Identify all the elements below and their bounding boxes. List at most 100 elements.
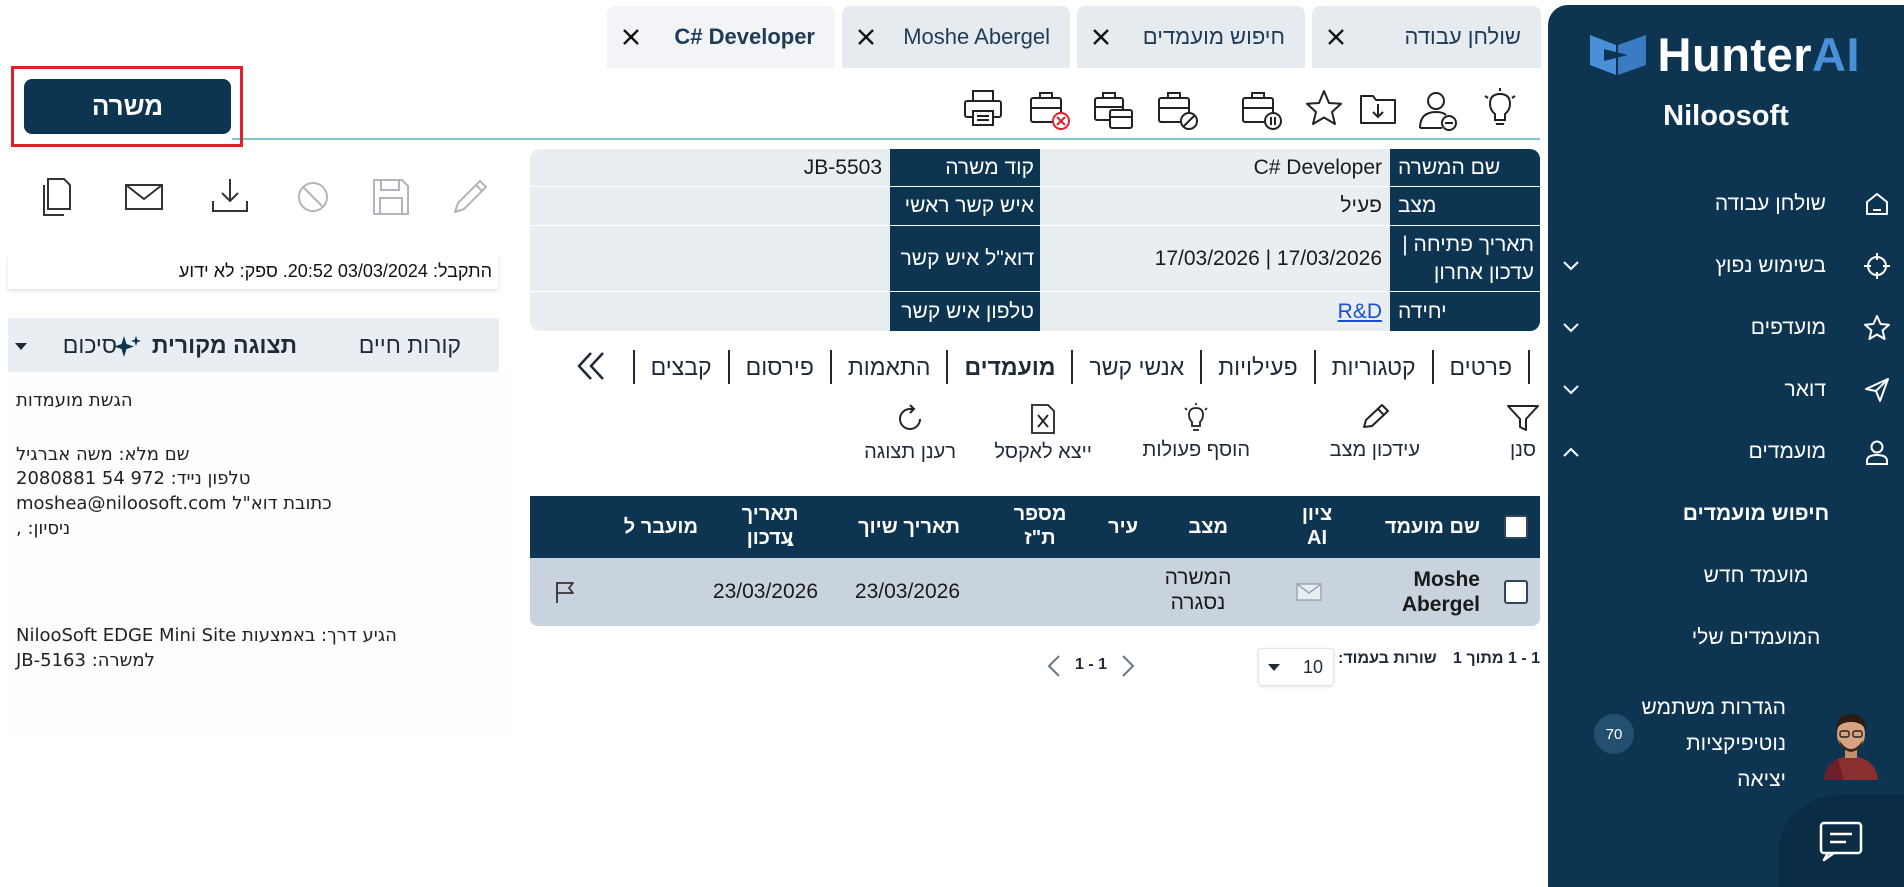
tab-job-csharp-developer[interactable]: C# Developer	[607, 6, 835, 68]
col-header-id-number[interactable]: מספר ת"ז	[1010, 502, 1070, 550]
refresh-view-button[interactable]: רענן תצוגה	[864, 403, 956, 464]
tab-cv[interactable]: קורות חיים	[359, 332, 461, 359]
details-value: JB-5503	[803, 155, 882, 179]
sidebar-item-candidates[interactable]: מועמדים	[1548, 421, 1904, 483]
notifications-link[interactable]: נוטיפיקציות	[1642, 726, 1786, 762]
tab-summary[interactable]: סיכום	[63, 332, 117, 359]
lightbulb-icon	[1181, 403, 1211, 433]
subtab-matches[interactable]: התאמות	[829, 350, 947, 384]
chevron-up-icon[interactable]	[1562, 446, 1580, 458]
chat-button[interactable]	[1778, 795, 1904, 887]
sparkles-icon	[112, 334, 142, 360]
details-value	[530, 226, 890, 291]
sidebar-item-favorites[interactable]: מועדפים	[1548, 297, 1904, 359]
unit-link[interactable]: R&D	[1338, 300, 1382, 324]
folder-download-icon[interactable]	[1358, 88, 1398, 128]
lightbulb-icon[interactable]	[1482, 88, 1518, 132]
chevron-down-icon[interactable]	[1562, 260, 1580, 272]
close-icon[interactable]	[856, 27, 876, 47]
sidebar-item-label: מועמדים	[1748, 440, 1826, 463]
details-label: תאריך פתיחה | עדכון אחרון	[1390, 226, 1540, 291]
candidate-name[interactable]: Moshe Abergel	[1390, 567, 1480, 617]
export-excel-button[interactable]: ייצא לאקסל	[994, 403, 1092, 464]
tab-original-view[interactable]: תצוגה מקורית	[152, 332, 297, 359]
add-activities-button[interactable]: הוסף פעולות	[1143, 403, 1250, 462]
header-divider	[232, 138, 1540, 140]
avatar[interactable]	[1816, 700, 1886, 780]
subtab-categories[interactable]: קטגוריות	[1313, 350, 1432, 384]
sidebar-item-frequent[interactable]: בשימוש נפוץ	[1548, 235, 1904, 297]
user-settings-link[interactable]: הגדרות משתמש	[1642, 690, 1786, 726]
received-info: התקבל: 03/03/2024 20:52. ספק: לא ידוע	[8, 253, 498, 289]
pagination-page: 1 - 1	[1075, 656, 1108, 673]
tab-candidate-moshe[interactable]: Moshe Abergel	[842, 6, 1070, 68]
chevron-down-icon[interactable]	[1562, 384, 1580, 396]
briefcase-duplicate-icon[interactable]	[1092, 88, 1136, 132]
col-header-city[interactable]: עיר	[1108, 515, 1138, 539]
chevron-down-icon[interactable]	[1562, 322, 1580, 334]
printer-icon[interactable]	[962, 88, 1004, 128]
col-header-name[interactable]: שם מועמד	[1385, 515, 1480, 539]
notification-count-badge: 70	[1594, 714, 1634, 754]
col-header-ai-score[interactable]: ציון AI	[1300, 502, 1334, 550]
home-icon	[1862, 189, 1892, 219]
subtab-candidates[interactable]: מועמדים	[946, 350, 1071, 384]
sidebar-subitem-my-candidates[interactable]: המועמדים שלי	[1548, 607, 1904, 669]
download-icon[interactable]	[210, 177, 250, 215]
col-header-moved-to[interactable]: מועבר ל	[624, 515, 698, 539]
filter-button[interactable]: סנן	[1506, 403, 1540, 462]
tab-dashboard[interactable]: שולחן עבודה	[1312, 6, 1541, 68]
assign-user-icon[interactable]	[1416, 88, 1460, 132]
sidebar-subitem-search-candidates[interactable]: חיפוש מועמדים	[1548, 483, 1904, 545]
double-chevron-left-icon[interactable]	[575, 351, 609, 381]
sidebar-subitem-new-candidate[interactable]: מועמד חדש	[1548, 545, 1904, 607]
edit-status-button[interactable]: עידכון מצב	[1330, 403, 1420, 462]
col-header-status[interactable]: מצב	[1188, 515, 1228, 539]
job-button[interactable]: משרה	[24, 79, 231, 134]
subtab-activities[interactable]: פעילויות	[1200, 350, 1313, 384]
caret-down-icon	[1267, 663, 1281, 672]
select-all-checkbox[interactable]	[1504, 515, 1528, 539]
tab-summary-label: סיכום	[62, 332, 117, 358]
briefcase-cancel-icon[interactable]	[1156, 88, 1200, 132]
pencil-icon[interactable]	[450, 177, 490, 217]
candidate-status: המשרה נסגרה	[1164, 566, 1232, 614]
cv-line: הגיע דרך: באמצעות NilooSoft EDGE Mini Si…	[16, 625, 397, 646]
briefcase-delete-icon[interactable]	[1028, 88, 1072, 132]
save-icon[interactable]	[372, 178, 410, 216]
sidebar-item-dashboard[interactable]: שולחן עבודה	[1548, 173, 1904, 235]
hunterai-logo[interactable]: HunterAI	[1588, 27, 1860, 83]
subtab-files[interactable]: קבצים	[632, 350, 728, 384]
rows-per-page-select[interactable]: 10	[1258, 648, 1334, 686]
flag-icon[interactable]	[554, 580, 576, 604]
rows-per-page-label: שורות בעמוד:	[1338, 650, 1437, 667]
mail-icon[interactable]	[124, 183, 164, 211]
caret-down-icon[interactable]	[14, 342, 28, 351]
envelope-icon[interactable]	[1296, 583, 1322, 601]
row-checkbox[interactable]	[1504, 580, 1528, 604]
col-header-assign-date[interactable]: תאריך שיוך	[858, 515, 960, 539]
details-value	[530, 187, 890, 225]
close-icon[interactable]	[621, 27, 641, 47]
star-icon[interactable]	[1304, 88, 1344, 128]
subtab-contacts[interactable]: אנשי קשר	[1071, 350, 1200, 384]
table-row[interactable]: Moshe Abergel המשרה נסגרה 23/03/2026 23/…	[530, 558, 1540, 626]
subtab-details[interactable]: פרטים	[1431, 350, 1530, 384]
chevron-right-icon[interactable]	[1120, 653, 1136, 679]
cv-line: כתובת דוא"ל moshea@niloosoft.com	[16, 493, 332, 514]
job-details-table: שם המשרה C# Developer קוד משרה JB-5503 מ…	[530, 149, 1540, 331]
briefcase-pause-icon[interactable]	[1240, 88, 1284, 132]
copy-icon[interactable]	[40, 177, 74, 217]
sidebar-item-mail[interactable]: דואר	[1548, 359, 1904, 421]
chevron-left-icon[interactable]	[1046, 653, 1062, 679]
sidebar-item-label: בשימוש נפוץ	[1715, 254, 1826, 277]
close-icon[interactable]	[1091, 27, 1111, 47]
details-label: קוד משרה	[890, 149, 1040, 186]
logout-link[interactable]: יציאה	[1642, 762, 1786, 798]
sort-asc-icon[interactable]: ▲	[785, 537, 796, 549]
details-row: תאריך פתיחה | עדכון אחרון 17/03/2026 | 1…	[530, 226, 1540, 292]
subtab-publishing[interactable]: פירסום	[727, 350, 830, 384]
tab-search-candidates[interactable]: חיפוש מועמדים	[1077, 6, 1305, 68]
close-icon[interactable]	[1326, 27, 1346, 47]
disabled-icon[interactable]	[296, 180, 330, 214]
